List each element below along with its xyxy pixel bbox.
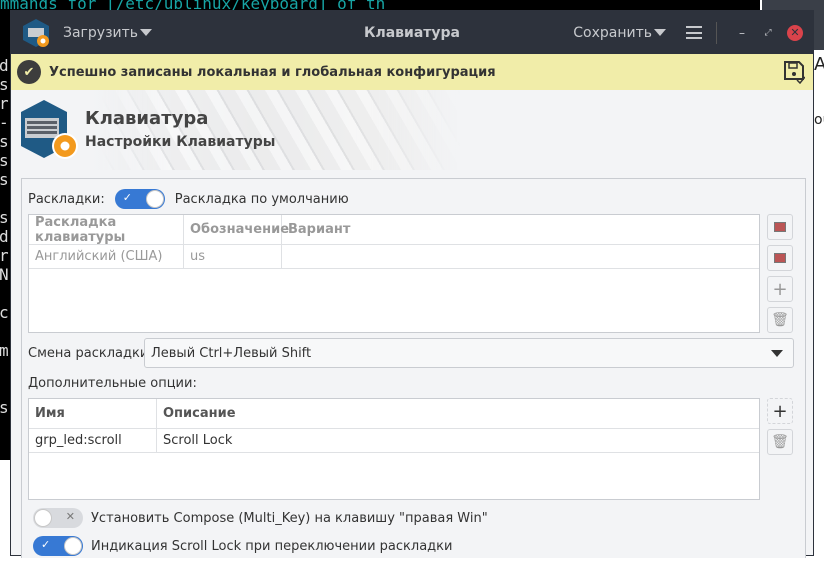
plus-icon: + xyxy=(772,278,788,300)
minimize-button[interactable]: – xyxy=(729,23,755,43)
save-label: Сохранить xyxy=(573,24,652,41)
add-layout-button[interactable]: + xyxy=(767,276,793,302)
notice-text: Успешно записаны локальная и глобальная … xyxy=(49,64,496,80)
banner-title: Клавиатура xyxy=(85,108,209,129)
keyboard-settings-window: Загрузить Клавиатура Сохранить – ⤢ ✕ ✔ У… xyxy=(10,10,814,558)
table-row[interactable]: grp_led:scroll Scroll Lock xyxy=(29,429,759,453)
column-header[interactable]: Обозначение xyxy=(184,215,289,244)
banner-subtitle: Настройки Клавиатуры xyxy=(85,134,276,150)
compose-key-toggle[interactable]: ✕ xyxy=(33,508,83,528)
options-label: Дополнительные опции: xyxy=(28,376,197,391)
layouts-table: Раскладка клавиатуры Обозначение Вариант… xyxy=(28,214,760,333)
titlebar: Загрузить Клавиатура Сохранить – ⤢ ✕ xyxy=(11,11,813,54)
layouts-label: Раскладки: xyxy=(28,191,105,207)
hexagon-pattern xyxy=(101,90,461,170)
layout-switch-dropdown[interactable]: Левый Ctrl+Левый Shift xyxy=(144,338,794,368)
trash-icon: 🗑 xyxy=(771,434,789,450)
load-menu-button[interactable]: Загрузить xyxy=(63,24,153,41)
option-name: grp_led:scroll xyxy=(29,429,157,452)
checkmark-icon: ✔ xyxy=(17,60,41,84)
add-option-button[interactable]: + xyxy=(767,398,793,424)
dropdown-arrow-icon xyxy=(654,29,666,36)
move-up-icon xyxy=(774,222,786,232)
keyboard-logo-icon xyxy=(19,98,79,162)
header-banner: Клавиатура Настройки Клавиатуры xyxy=(11,90,813,170)
trash-icon: 🗑 xyxy=(771,312,789,328)
move-down-button[interactable] xyxy=(767,245,793,271)
scroll-lock-indicator-toggle[interactable]: ✓ xyxy=(33,536,83,556)
default-layout-label: Раскладка по умолчанию xyxy=(174,191,349,207)
hamburger-menu-icon[interactable] xyxy=(686,26,702,39)
column-header[interactable]: Вариант xyxy=(282,215,759,244)
column-header[interactable]: Имя xyxy=(29,399,157,428)
close-button[interactable]: ✕ xyxy=(787,24,803,41)
maximize-button[interactable]: ⤢ xyxy=(755,23,781,43)
settings-panel: Раскладки: ✓ Раскладка по умолчанию Раск… xyxy=(21,178,806,558)
move-down-icon xyxy=(774,253,786,263)
switch-label: Смена раскладки: xyxy=(28,346,153,361)
background-text: AE xyxy=(814,54,824,75)
layout-code: us xyxy=(184,245,282,268)
compose-key-label: Установить Compose (Multi_Key) на клавиш… xyxy=(91,510,488,526)
switch-value: Левый Ctrl+Левый Shift xyxy=(151,345,312,361)
floppy-saved-icon xyxy=(783,60,806,85)
options-table: Имя Описание grp_led:scroll Scroll Lock xyxy=(28,398,760,500)
success-notice: ✔ Успешно записаны локальная и глобальна… xyxy=(11,54,813,90)
dropdown-arrow-icon xyxy=(140,29,153,36)
plus-icon: + xyxy=(772,400,788,422)
background-text: ou xyxy=(814,112,824,128)
move-up-button[interactable] xyxy=(767,214,793,240)
keyboard-app-icon xyxy=(21,18,51,48)
column-header[interactable]: Раскладка клавиатуры xyxy=(29,215,184,245)
terminal-text-column: d s r - s s s s d r N c m s xyxy=(0,56,9,417)
load-label: Загрузить xyxy=(63,24,139,41)
default-layout-toggle[interactable]: ✓ xyxy=(114,189,165,209)
layout-variant xyxy=(282,245,759,268)
delete-layout-button[interactable]: 🗑 xyxy=(767,307,793,333)
delete-option-button[interactable]: 🗑 xyxy=(767,429,793,455)
column-header[interactable]: Описание xyxy=(157,399,759,428)
scroll-lock-indicator-label: Индикация Scroll Lock при переключении р… xyxy=(91,538,453,554)
layout-name: Английский (США) xyxy=(29,245,184,268)
divider xyxy=(716,21,717,44)
table-row[interactable]: Английский (США) us xyxy=(29,245,759,269)
save-menu-button[interactable]: Сохранить xyxy=(573,25,666,41)
chevron-down-icon xyxy=(771,349,783,357)
option-description: Scroll Lock xyxy=(163,433,233,448)
